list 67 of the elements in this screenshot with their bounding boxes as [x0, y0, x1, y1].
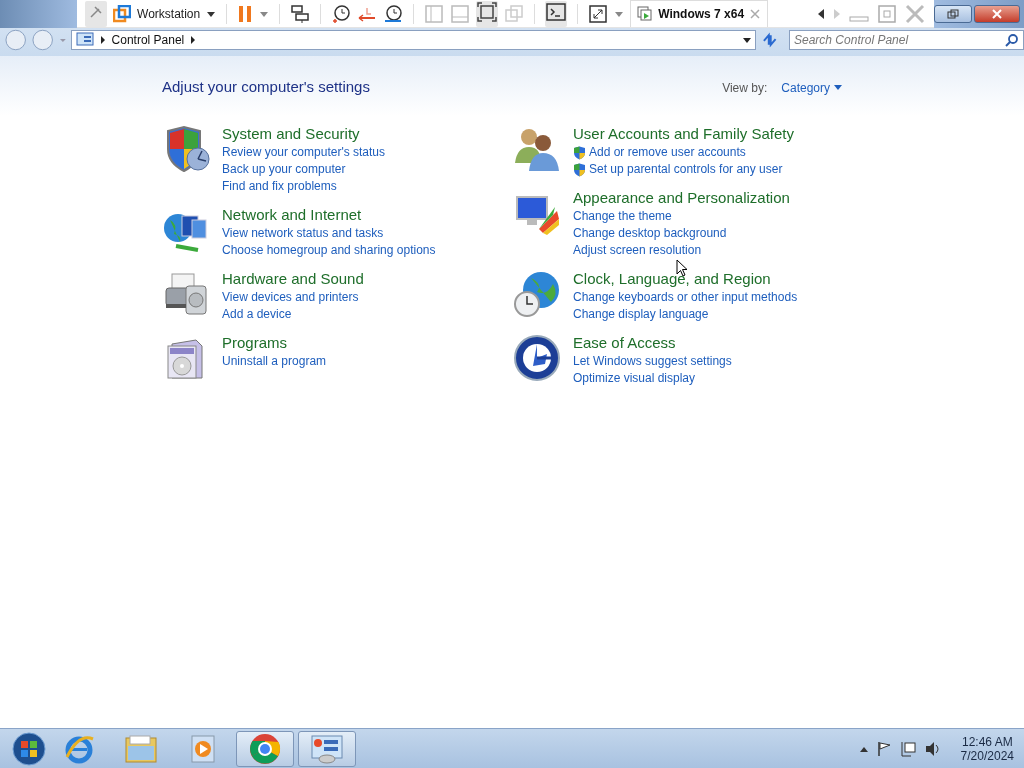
- page-heading: Adjust your computer's settings: [162, 78, 371, 95]
- chrome-icon[interactable]: [249, 732, 281, 765]
- vm-running-icon: [637, 6, 654, 22]
- control-panel-icon: [75, 32, 94, 48]
- globe-clock-icon: [513, 270, 561, 318]
- network-devices-icon[interactable]: [290, 3, 311, 24]
- task-link[interactable]: Add or remove user accounts: [573, 144, 794, 161]
- start-orb-icon[interactable]: [12, 731, 46, 766]
- category-title[interactable]: Appearance and Personalization: [573, 189, 790, 206]
- task-link[interactable]: Change display language: [573, 306, 798, 323]
- control-panel-icon[interactable]: [310, 733, 344, 764]
- category-title[interactable]: Ease of Access: [573, 334, 732, 351]
- task-link[interactable]: Find and fix problems: [222, 178, 386, 195]
- task-link[interactable]: Optimize visual display: [573, 370, 732, 387]
- clock-date[interactable]: 7/20/2024: [960, 748, 1014, 763]
- task-link[interactable]: Set up parental controls for any user: [573, 161, 794, 178]
- terminal-icon[interactable]: [545, 0, 568, 23]
- clock-manager-icon[interactable]: [383, 3, 404, 24]
- flag-icon[interactable]: [876, 740, 893, 757]
- search-field[interactable]: Search Control Panel: [789, 30, 1024, 50]
- caret-icon: [834, 85, 842, 91]
- category-title[interactable]: System and Security: [222, 125, 386, 142]
- task-link[interactable]: Let Windows suggest settings: [573, 353, 732, 370]
- pause-icon[interactable]: [237, 4, 254, 23]
- breadcrumb[interactable]: Control Panel: [111, 33, 185, 47]
- task-link[interactable]: Adjust screen resolution: [573, 242, 790, 259]
- category-title[interactable]: Network and Internet: [222, 206, 436, 223]
- restore-icon: [947, 9, 959, 19]
- task-link[interactable]: Change keyboards or other input methods: [573, 289, 798, 306]
- vm-tab[interactable]: Windows 7 x64: [630, 0, 769, 27]
- category-title[interactable]: Programs: [222, 334, 327, 351]
- folder-icon[interactable]: [124, 733, 158, 764]
- chevron-icon[interactable]: [190, 36, 197, 44]
- category-title[interactable]: Hardware and Sound: [222, 270, 364, 287]
- volume-icon[interactable]: [924, 740, 941, 757]
- close-icon: [991, 9, 1003, 19]
- chevron-icon[interactable]: [99, 36, 106, 44]
- clock-icon[interactable]: [331, 3, 352, 24]
- task-link[interactable]: Choose homegroup and sharing options: [222, 242, 436, 259]
- task-link[interactable]: Change desktop background: [573, 225, 790, 242]
- vmware-logo-icon[interactable]: [113, 4, 132, 23]
- caret-icon[interactable]: [742, 36, 751, 44]
- task-link[interactable]: Uninstall a program: [222, 353, 327, 370]
- category-title[interactable]: Clock, Language, and Region: [573, 270, 798, 287]
- printer-icon: [162, 270, 210, 318]
- accessibility-icon: [513, 334, 561, 382]
- stretch-icon[interactable]: [588, 3, 609, 24]
- view-by-label: View by:: [722, 81, 768, 95]
- full-screen-icon[interactable]: [476, 0, 499, 23]
- task-link[interactable]: Back up your computer: [222, 161, 386, 178]
- task-link[interactable]: Change the theme: [573, 208, 790, 225]
- taskbar-app[interactable]: [298, 730, 356, 767]
- category-title[interactable]: User Accounts and Family Safety: [573, 125, 794, 142]
- left-arrow-icon[interactable]: [816, 7, 826, 20]
- search-icon: [1005, 33, 1019, 47]
- clock-time[interactable]: 12:46 AM: [961, 734, 1013, 749]
- task-link[interactable]: Add a device: [222, 306, 364, 323]
- close-button[interactable]: [974, 5, 1020, 23]
- task-link[interactable]: Review your computer's status: [222, 144, 386, 161]
- close-icon[interactable]: [749, 8, 762, 20]
- taskbar-app[interactable]: [236, 730, 294, 767]
- restore-button[interactable]: [934, 5, 972, 23]
- task-link[interactable]: View network status and tasks: [222, 225, 436, 242]
- media-player-icon[interactable]: [188, 733, 218, 764]
- view-by-dropdown[interactable]: Category: [781, 81, 842, 95]
- task-link[interactable]: View devices and printers: [222, 289, 364, 306]
- app-title[interactable]: Workstation: [137, 6, 201, 21]
